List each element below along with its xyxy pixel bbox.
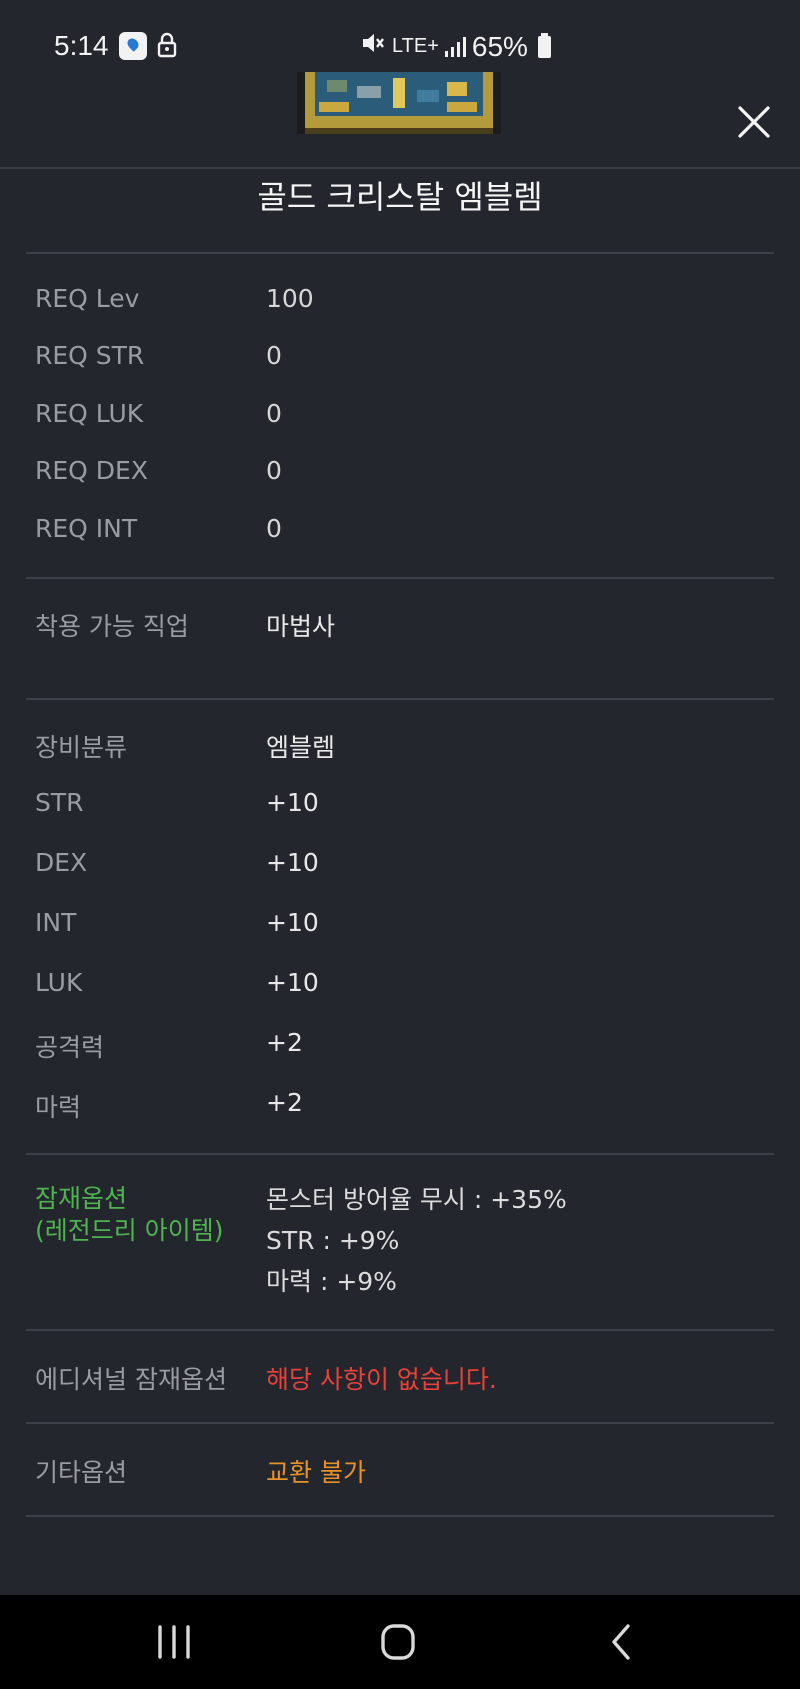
req-label: REQ DEX [35, 456, 148, 485]
divider [26, 1329, 774, 1331]
home-button[interactable] [368, 1619, 428, 1665]
stat-label: 공격력 [35, 1033, 105, 1062]
navigation-bar [0, 1595, 800, 1689]
stat-value: +2 [266, 1088, 303, 1117]
stat-value: +10 [266, 788, 319, 817]
req-value: 0 [266, 456, 282, 485]
divider [26, 1153, 774, 1155]
stat-label: INT [35, 908, 77, 937]
stat-label: STR [35, 788, 84, 817]
stat-value: +10 [266, 848, 319, 877]
stat-value: +10 [266, 908, 319, 937]
potential-line: 몬스터 방어율 무시 : +35% [266, 1185, 567, 1214]
req-value: 0 [266, 341, 282, 370]
potential-line: STR : +9% [266, 1226, 400, 1255]
req-label: REQ LUK [35, 399, 144, 428]
potential-line: 마력 : +9% [266, 1267, 397, 1296]
status-right: LTE+ 65% [360, 30, 551, 63]
mute-icon [360, 30, 386, 63]
recent-apps-button[interactable] [144, 1619, 204, 1665]
other-options-value: 교환 불가 [266, 1458, 366, 1487]
divider [26, 698, 774, 700]
potential-lines: 몬스터 방어율 무시 : +35% STR : +9% 마력 : +9% [266, 1179, 567, 1302]
signal-icon [444, 36, 466, 57]
item-title: 골드 크리스탈 엠블렘 [257, 178, 543, 216]
additional-potential-value: 해당 사항이 없습니다. [266, 1365, 497, 1394]
req-label: REQ STR [35, 341, 145, 370]
maps-icon [119, 32, 147, 60]
stat-label: DEX [35, 848, 88, 877]
stat-label: 장비분류 [35, 733, 128, 762]
back-button[interactable] [592, 1619, 652, 1665]
lock-icon [156, 32, 178, 65]
req-value: 0 [266, 399, 282, 428]
battery-percent: 65% [471, 30, 528, 62]
divider [26, 252, 774, 254]
back-icon [612, 1624, 630, 1660]
status-time: 5:14 [54, 30, 109, 61]
req-value: 100 [266, 284, 314, 313]
dialog-header [0, 72, 800, 169]
network-label: LTE+ [392, 35, 439, 57]
stat-label: LUK [35, 968, 83, 997]
additional-potential-label: 에디셔널 잠재옵션 [35, 1365, 227, 1394]
home-icon [381, 1624, 415, 1660]
job-value: 마법사 [266, 612, 336, 641]
divider [26, 1422, 774, 1424]
job-label: 착용 가능 직업 [35, 612, 189, 641]
recent-apps-icon [158, 1625, 190, 1659]
divider [26, 577, 774, 579]
other-options-label: 기타옵션 [35, 1458, 128, 1487]
potential-label-line2: (레전드리 아이템) [35, 1216, 224, 1245]
req-label: REQ INT [35, 514, 138, 543]
divider [26, 1515, 774, 1517]
req-label: REQ Lev [35, 284, 140, 313]
potential-label: 잠재옵션 (레전드리 아이템) [35, 1183, 223, 1247]
stat-label: 마력 [35, 1093, 82, 1122]
stat-value: +10 [266, 968, 319, 997]
close-button[interactable] [732, 100, 776, 144]
battery-icon [537, 32, 551, 58]
stat-value: +2 [266, 1028, 303, 1057]
req-value: 0 [266, 514, 282, 543]
item-emblem-icon [297, 72, 501, 142]
potential-label-line1: 잠재옵션 [35, 1184, 128, 1213]
stat-value: 엠블렘 [266, 733, 336, 762]
close-icon [738, 106, 770, 138]
